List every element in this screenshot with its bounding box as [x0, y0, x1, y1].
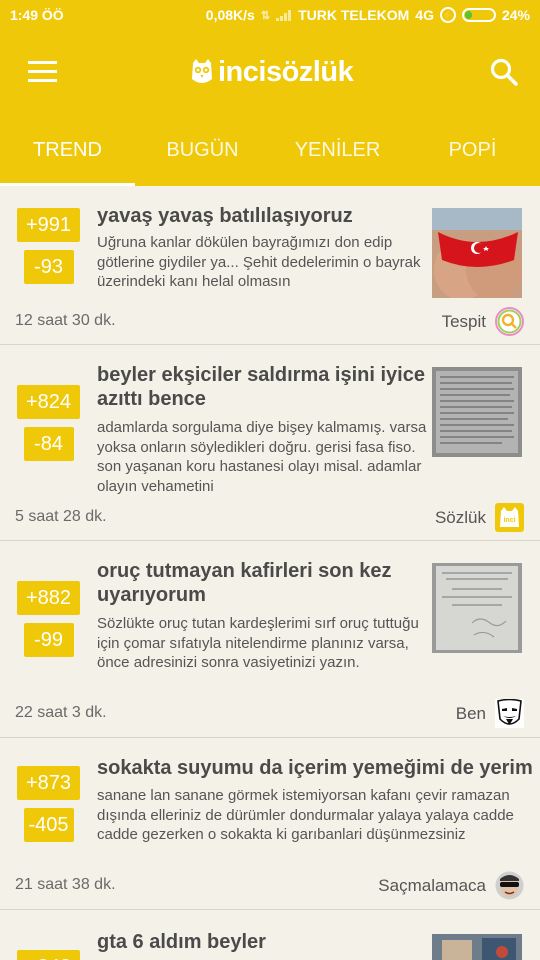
post-author[interactable]: Sözlük	[435, 508, 486, 528]
tab-bugun[interactable]: BUGÜN	[135, 114, 270, 186]
avatar-image	[495, 307, 524, 336]
post-card[interactable]: +824 -84 beyler ekşiciler saldırma işini…	[0, 345, 540, 541]
author-avatar[interactable]	[495, 871, 524, 900]
vote-box: +843	[17, 950, 80, 960]
carrier-name: TURK TELEKOM	[298, 7, 410, 23]
post-time: 5 saat 28 dk.	[15, 508, 107, 525]
post-author[interactable]: Ben	[456, 704, 486, 724]
post-thumbnail[interactable]	[432, 367, 522, 457]
upvote-button[interactable]: +843	[17, 950, 80, 960]
svg-text:inci: inci	[503, 517, 515, 524]
post-time: 12 saat 30 dk.	[15, 312, 116, 329]
status-time: 1:49 ÖÖ	[10, 7, 64, 23]
thumbnail-image	[432, 367, 522, 457]
vote-box: +873 -405	[17, 766, 80, 842]
battery-percent: 24%	[501, 7, 530, 23]
post-card[interactable]: +843 gta 6 aldım beyler	[0, 910, 540, 960]
vote-box: +882 -99	[17, 581, 80, 657]
downvote-button[interactable]: -84	[23, 427, 74, 461]
thumbnail-image	[432, 208, 522, 298]
post-time: 21 saat 38 dk.	[15, 876, 116, 893]
avatar-image	[495, 871, 524, 900]
signal-icon	[276, 9, 292, 21]
author-avatar[interactable]	[495, 307, 524, 336]
status-right: 0,08K/s ⇅ TURK TELEKOM 4G ⚡ 24%	[206, 7, 530, 23]
post-time: 22 saat 3 dk.	[15, 704, 107, 721]
post-thumbnail[interactable]	[432, 563, 522, 653]
post-thumbnail[interactable]	[432, 934, 522, 960]
search-icon[interactable]	[489, 57, 519, 87]
post-excerpt: adamlarda sorgulama diye bişey kalmamış.…	[97, 419, 427, 495]
author-avatar[interactable]	[495, 699, 524, 728]
network-speed: 0,08K/s	[205, 7, 255, 23]
vote-box: +824 -84	[17, 385, 80, 461]
post-title[interactable]: beyler ekşiciler saldırma işini iyice az…	[97, 363, 427, 411]
post-feed: +991 -93 yavaş yavaş batılılaşıyoruz Uğr…	[0, 186, 540, 960]
tab-popi[interactable]: POPİ	[405, 114, 540, 186]
owl-logo-icon	[192, 59, 212, 83]
thumbnail-image	[432, 934, 522, 960]
post-card[interactable]: +882 -99 oruç tutmayan kafirleri son kez…	[0, 541, 540, 738]
post-card[interactable]: +991 -93 yavaş yavaş batılılaşıyoruz Uğr…	[0, 186, 540, 345]
upvote-button[interactable]: +873	[17, 766, 80, 800]
downvote-button[interactable]: -93	[23, 250, 74, 284]
tab-bar: TREND BUGÜN YENİLER POPİ	[0, 114, 540, 186]
post-excerpt: Uğruna kanlar dökülen bayrağımızı don ed…	[97, 234, 421, 290]
post-author[interactable]: Tespit	[442, 312, 486, 332]
app-bar: incisözlük	[0, 30, 540, 114]
tab-trend[interactable]: TREND	[0, 114, 135, 186]
post-author[interactable]: Saçmalamaca	[378, 876, 486, 896]
upvote-button[interactable]: +882	[17, 581, 80, 615]
post-excerpt: Sözlükte oruç tutan kardeşlerimi sırf or…	[97, 615, 419, 671]
hamburger-menu-icon[interactable]	[28, 61, 57, 82]
post-card[interactable]: +873 -405 sokakta suyumu da içerim yemeğ…	[0, 738, 540, 910]
avatar-image	[495, 699, 524, 728]
upvote-button[interactable]: +991	[17, 208, 80, 242]
network-type: 4G	[415, 7, 434, 23]
app-logo[interactable]: incisözlük	[190, 54, 354, 90]
thumbnail-image	[432, 563, 522, 653]
post-title[interactable]: sokakta suyumu da içerim yemeğimi de yer…	[97, 756, 537, 780]
downvote-button[interactable]: -405	[23, 808, 74, 842]
tab-yeniler[interactable]: YENİLER	[270, 114, 405, 186]
post-thumbnail[interactable]	[432, 208, 522, 298]
upvote-button[interactable]: +824	[17, 385, 80, 419]
app-logo-text: incisözlük	[218, 55, 354, 88]
avatar-image: inci	[495, 503, 524, 532]
charging-icon: ⚡	[439, 7, 456, 23]
post-title[interactable]: gta 6 aldım beyler	[97, 930, 427, 954]
downvote-button[interactable]: -99	[23, 623, 74, 657]
author-avatar[interactable]: inci	[495, 503, 524, 532]
data-arrows-icon: ⇅	[260, 9, 271, 22]
battery-icon	[461, 8, 496, 22]
post-title[interactable]: oruç tutmayan kafirleri son kez uyarıyor…	[97, 559, 427, 607]
post-excerpt: sanane lan sanane görmek istemiyorsan ka…	[97, 787, 514, 843]
post-title[interactable]: yavaş yavaş batılılaşıyoruz	[97, 204, 422, 228]
status-bar: 1:49 ÖÖ 0,08K/s ⇅ TURK TELEKOM 4G ⚡ 24%	[0, 0, 540, 30]
vote-box: +991 -93	[17, 208, 80, 284]
